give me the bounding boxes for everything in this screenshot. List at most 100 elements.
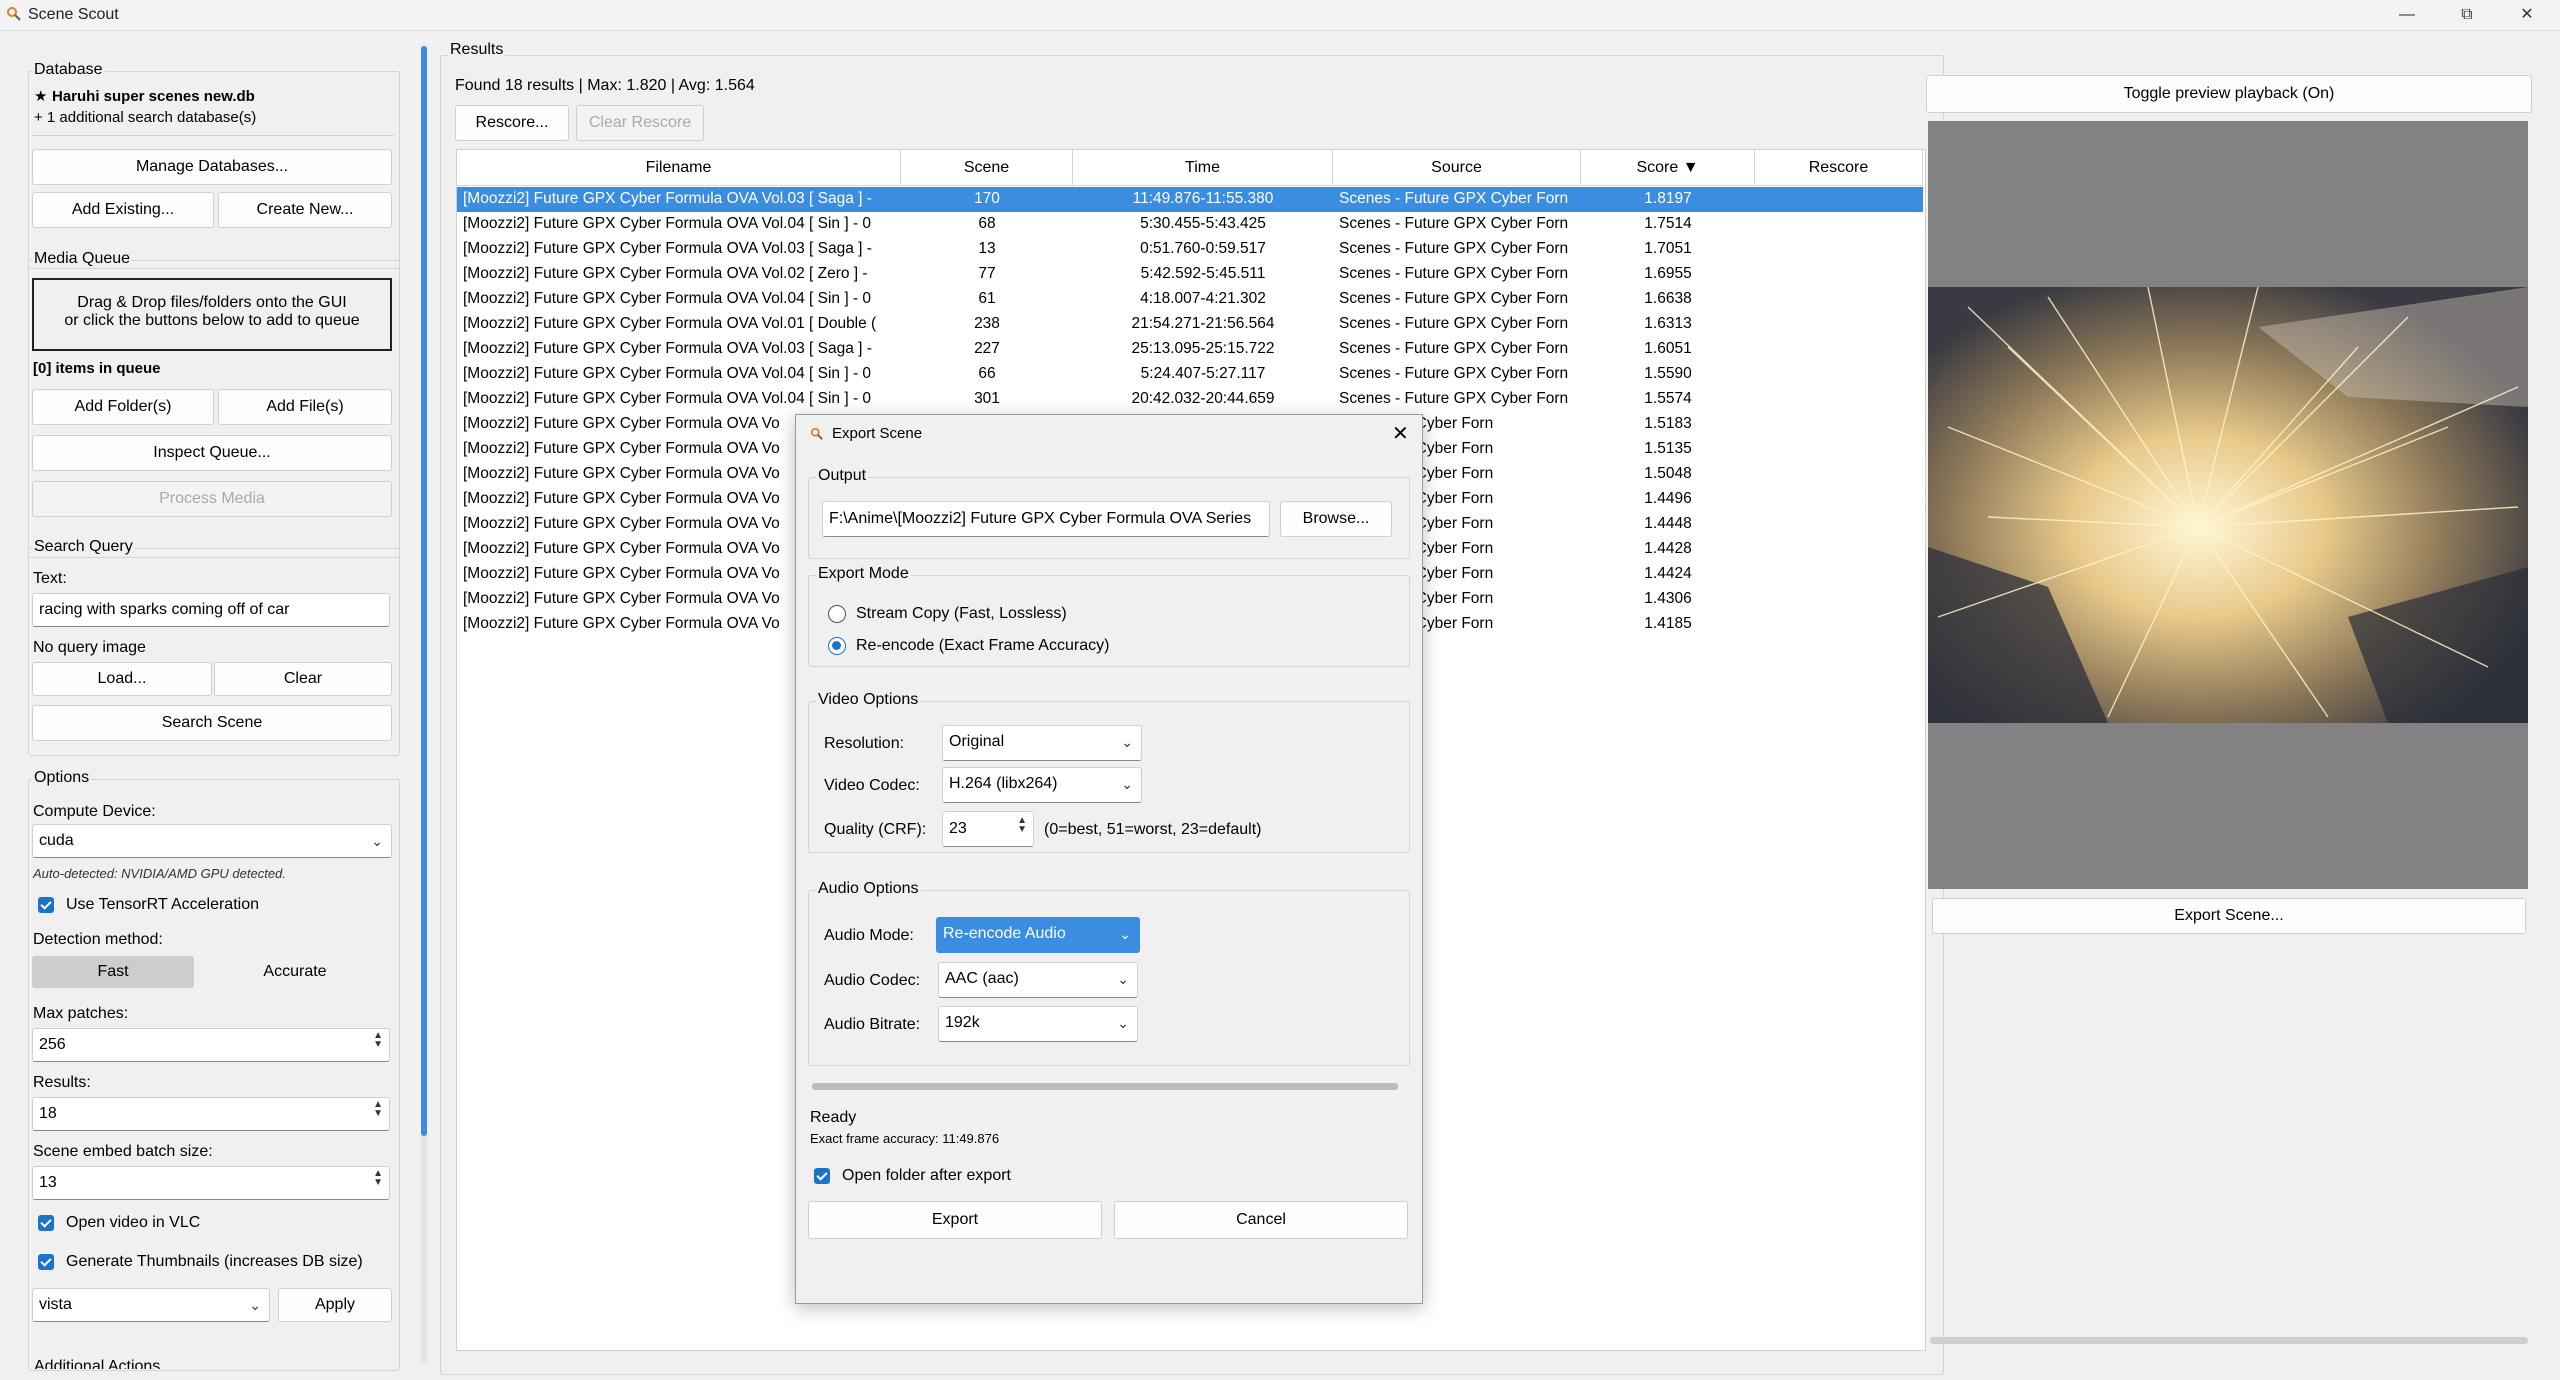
- scene-cell: 301: [974, 390, 1000, 407]
- spinner-arrows-icon[interactable]: ▲ ▼: [1017, 816, 1027, 835]
- window-title: Scene Scout: [28, 6, 119, 23]
- column-header-score[interactable]: Score ▼: [1581, 150, 1755, 186]
- audio-mode-select[interactable]: Re-encode Audio ⌄: [936, 917, 1140, 953]
- dialog-close-icon[interactable]: ✕: [1392, 421, 1409, 446]
- table-row[interactable]: [Moozzi2] Future GPX Cyber Formula OVA V…: [457, 337, 1923, 362]
- compute-device-select[interactable]: cuda ⌄: [32, 824, 392, 858]
- table-row[interactable]: [Moozzi2] Future GPX Cyber Formula OVA V…: [457, 362, 1923, 387]
- search-text-input[interactable]: racing with sparks coming off of car: [32, 593, 390, 627]
- open-folder-checkbox[interactable]: [814, 1168, 830, 1184]
- accurate-toggle[interactable]: Accurate: [214, 956, 376, 988]
- filename-cell: [Moozzi2] Future GPX Cyber Formula OVA V…: [463, 390, 872, 407]
- reencode-radio[interactable]: [828, 637, 846, 655]
- add-folders-button[interactable]: Add Folder(s): [32, 389, 214, 425]
- restore-icon[interactable]: ⧉: [2444, 2, 2490, 28]
- theme-select[interactable]: vista ⌄: [32, 1288, 270, 1322]
- close-window-icon[interactable]: ✕: [2504, 2, 2550, 28]
- dialog-title: Export Scene: [832, 425, 923, 442]
- tensorrt-checkbox[interactable]: [38, 897, 54, 913]
- cancel-button[interactable]: Cancel: [1114, 1201, 1408, 1239]
- tensorrt-label: Use TensorRT Acceleration: [66, 896, 259, 913]
- resolution-select[interactable]: Original ⌄: [942, 725, 1142, 761]
- export-progress-bar: [812, 1083, 1398, 1090]
- time-cell: 20:42.032-20:44.659: [1131, 390, 1275, 407]
- create-new-button[interactable]: Create New...: [218, 192, 392, 228]
- export-scene-button[interactable]: Export Scene...: [1932, 898, 2526, 934]
- add-files-button[interactable]: Add File(s): [218, 389, 392, 425]
- preview-frame-image: [1928, 287, 2528, 723]
- left-panel: Database ★ Haruhi super scenes new.db + …: [0, 31, 420, 1380]
- spinner-arrows-icon[interactable]: ▲ ▼: [373, 1100, 383, 1119]
- results-summary: Found 18 results | Max: 1.820 | Avg: 1.5…: [455, 77, 755, 94]
- table-row[interactable]: [Moozzi2] Future GPX Cyber Formula OVA V…: [457, 312, 1923, 337]
- video-codec-select[interactable]: H.264 (libx264) ⌄: [942, 767, 1142, 803]
- additional-databases: + 1 additional search database(s): [34, 109, 257, 126]
- max-patches-label: Max patches:: [33, 1005, 129, 1022]
- filename-cell: [Moozzi2] Future GPX Cyber Formula OVA V…: [463, 190, 872, 207]
- add-existing-button[interactable]: Add Existing...: [32, 192, 214, 228]
- column-header-scene[interactable]: Scene: [901, 150, 1073, 186]
- fast-toggle[interactable]: Fast: [32, 956, 194, 988]
- preview-scrollbar[interactable]: [1930, 1337, 2528, 1344]
- table-row[interactable]: [Moozzi2] Future GPX Cyber Formula OVA V…: [457, 387, 1923, 412]
- apply-theme-button[interactable]: Apply: [278, 1288, 392, 1322]
- search-scene-button[interactable]: Search Scene: [32, 705, 392, 741]
- audio-codec-select[interactable]: AAC (aac) ⌄: [938, 962, 1138, 998]
- source-cell: Scenes - Future GPX Cyber Forn: [1339, 365, 1569, 382]
- spinner-arrows-icon[interactable]: ▲ ▼: [373, 1169, 383, 1188]
- output-title: Output: [816, 467, 869, 485]
- time-cell: 21:54.271-21:56.564: [1131, 315, 1275, 332]
- batch-size-label: Scene embed batch size:: [33, 1143, 213, 1160]
- vlc-checkbox[interactable]: [38, 1215, 54, 1231]
- export-mode-title: Export Mode: [816, 565, 911, 583]
- browse-button[interactable]: Browse...: [1280, 501, 1392, 537]
- score-cell: 1.7514: [1644, 215, 1692, 232]
- table-row[interactable]: [Moozzi2] Future GPX Cyber Formula OVA V…: [457, 212, 1923, 237]
- table-row[interactable]: [Moozzi2] Future GPX Cyber Formula OVA V…: [457, 287, 1923, 312]
- max-patches-spinbox[interactable]: 256 ▲ ▼: [32, 1028, 390, 1062]
- clear-image-button[interactable]: Clear: [214, 662, 392, 696]
- open-folder-label: Open folder after export: [842, 1167, 1011, 1184]
- output-path-input[interactable]: F:\Anime\[Moozzi2] Future GPX Cyber Form…: [822, 501, 1270, 537]
- minimize-icon[interactable]: —: [2384, 2, 2430, 28]
- filename-cell: [Moozzi2] Future GPX Cyber Formula OVA V…: [463, 365, 872, 382]
- export-button[interactable]: Export: [808, 1201, 1102, 1239]
- rescore-button[interactable]: Rescore...: [455, 105, 569, 141]
- score-cell: 1.4496: [1644, 490, 1692, 507]
- score-cell: 1.5590: [1644, 365, 1692, 382]
- left-scrollbar-thumb[interactable]: [421, 46, 427, 1136]
- resolution-label: Resolution:: [824, 735, 905, 752]
- time-cell: 0:51.760-0:59.517: [1140, 240, 1266, 257]
- audio-bitrate-select[interactable]: 192k ⌄: [938, 1006, 1138, 1042]
- source-cell: Scenes - Future GPX Cyber Forn: [1339, 190, 1569, 207]
- toggle-preview-button[interactable]: Toggle preview playback (On): [1926, 75, 2532, 113]
- score-cell: 1.6051: [1644, 340, 1692, 357]
- batch-size-value: 13: [39, 1174, 57, 1191]
- manage-databases-button[interactable]: Manage Databases...: [32, 149, 392, 185]
- table-row[interactable]: [Moozzi2] Future GPX Cyber Formula OVA V…: [457, 187, 1923, 212]
- filename-cell: [Moozzi2] Future GPX Cyber Formula OVA V…: [463, 215, 872, 232]
- table-row[interactable]: [Moozzi2] Future GPX Cyber Formula OVA V…: [457, 237, 1923, 262]
- results-spinbox[interactable]: 18 ▲ ▼: [32, 1097, 390, 1131]
- source-cell: Scenes - Future GPX Cyber Forn: [1339, 240, 1569, 257]
- column-header-time[interactable]: Time: [1073, 150, 1333, 186]
- inspect-queue-button[interactable]: Inspect Queue...: [32, 435, 392, 471]
- quality-spinbox[interactable]: 23 ▲ ▼: [942, 811, 1034, 847]
- load-image-button[interactable]: Load...: [32, 662, 212, 696]
- column-header-rescore[interactable]: Rescore: [1755, 150, 1923, 186]
- spinner-arrows-icon[interactable]: ▲ ▼: [373, 1031, 383, 1050]
- batch-size-spinbox[interactable]: 13 ▲ ▼: [32, 1166, 390, 1200]
- stream-copy-radio[interactable]: [828, 605, 846, 623]
- table-row[interactable]: [Moozzi2] Future GPX Cyber Formula OVA V…: [457, 262, 1923, 287]
- additional-actions-title: Additional Actions: [32, 1357, 163, 1369]
- frame-accuracy-note: Exact frame accuracy: 11:49.876: [810, 1131, 1000, 1146]
- drop-zone[interactable]: Drag & Drop files/folders onto the GUI o…: [32, 278, 392, 351]
- column-header-source[interactable]: Source: [1333, 150, 1581, 186]
- clear-rescore-button[interactable]: Clear Rescore: [576, 105, 704, 141]
- process-media-button[interactable]: Process Media: [32, 481, 392, 517]
- audio-codec-value: AAC (aac): [945, 970, 1019, 987]
- database-name: Haruhi super scenes new.db: [52, 88, 255, 105]
- video-options-title: Video Options: [816, 691, 921, 709]
- column-header-filename[interactable]: Filename: [457, 150, 901, 186]
- thumbnails-checkbox[interactable]: [38, 1254, 54, 1270]
